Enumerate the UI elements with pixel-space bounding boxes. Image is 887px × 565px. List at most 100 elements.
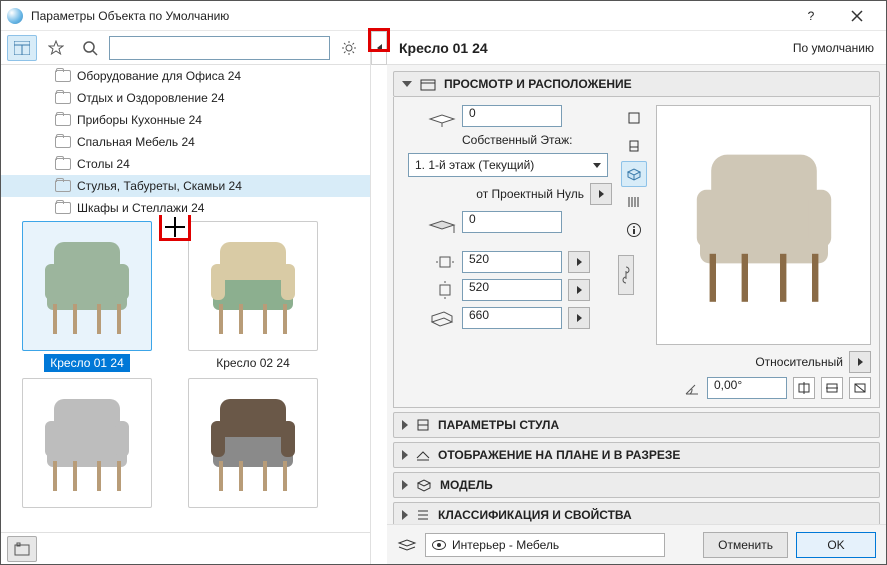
panel-classification: КЛАССИФИКАЦИЯ И СВОЙСТВА [393, 502, 880, 524]
tree-item[interactable]: Спальная Мебель 24 [1, 131, 370, 153]
object-item[interactable]: Кресло 01 24 [7, 221, 167, 372]
width-icon [434, 253, 456, 271]
object-item[interactable] [7, 378, 167, 515]
layer-name: Интерьер - Мебель [452, 538, 559, 552]
panel-header-plan-display[interactable]: ОТОБРАЖЕНИЕ НА ПЛАНЕ И В РАЗРЕЗЕ [393, 442, 880, 468]
height-arrow-button[interactable] [568, 307, 590, 329]
angle-input[interactable]: 0,00° [707, 377, 787, 399]
mirror-x-button[interactable] [793, 377, 815, 399]
depth-icon [434, 281, 456, 299]
disclosure-triangle-icon [402, 450, 408, 460]
library-toolbar [1, 31, 370, 65]
plan-icon [416, 448, 430, 462]
object-thumbnail [22, 378, 152, 508]
settings-header: Кресло 01 24 По умолчанию [387, 31, 886, 65]
title-bar: Параметры Объекта по Умолчанию ? [1, 1, 886, 31]
help-button[interactable]: ? [788, 1, 834, 31]
disclosure-triangle-icon [402, 510, 408, 520]
folder-tree[interactable]: Оборудование для Офиса 24 Отдых и Оздоро… [1, 65, 370, 215]
dialog-footer: Интерьер - Мебель Отменить OK [387, 524, 886, 564]
elevation-icon [428, 105, 456, 127]
depth-arrow-button[interactable] [568, 279, 590, 301]
tree-item[interactable]: Приборы Кухонные 24 [1, 109, 370, 131]
preview-wire-button[interactable] [621, 105, 647, 131]
reference-level-button[interactable] [590, 183, 612, 205]
panel-header-chair-params[interactable]: ПАРАМЕТРЫ СТУЛА [393, 412, 880, 438]
library-footer [1, 532, 370, 564]
angle-mode-button[interactable] [849, 351, 871, 373]
tree-label: Столы 24 [77, 157, 130, 171]
layer-select[interactable]: Интерьер - Мебель [425, 533, 665, 557]
search-input[interactable] [109, 36, 330, 60]
object-thumbnail [188, 378, 318, 508]
panel-title: ОТОБРАЖЕНИЕ НА ПЛАНЕ И В РАЗРЕЗЕ [438, 448, 680, 462]
object-label: Кресло 02 24 [210, 354, 296, 372]
height-icon [430, 308, 456, 328]
width-arrow-button[interactable] [568, 251, 590, 273]
height-input[interactable]: 660 [462, 307, 562, 329]
project-zero-label: от Проектный Нуль [476, 187, 584, 201]
library-pane: Оборудование для Офиса 24 Отдых и Оздоро… [1, 31, 371, 564]
panel-header-model[interactable]: МОДЕЛЬ [393, 472, 880, 498]
object-browser[interactable]: Кресло 01 24 Кресло 02 24 [1, 215, 370, 532]
preview-3d-button[interactable] [621, 161, 647, 187]
params-icon [416, 418, 430, 432]
object-item[interactable]: Кресло 02 24 [173, 221, 333, 372]
relative-label: Относительный [755, 355, 843, 369]
favorite-button[interactable] [41, 35, 71, 61]
mirror-corner-button[interactable] [849, 377, 871, 399]
folder-icon [55, 70, 71, 82]
position-form: 0 Собственный Этаж: 1. 1-й этаж (Текущий… [402, 105, 612, 399]
object-name: Кресло 01 24 [399, 40, 488, 56]
collapse-browser-button[interactable] [371, 31, 387, 65]
width-input[interactable]: 520 [462, 251, 562, 273]
tree-item[interactable]: Отдых и Оздоровление 24 [1, 87, 370, 109]
preview-viewport[interactable] [656, 105, 871, 345]
panel-chair-params: ПАРАМЕТРЫ СТУЛА [393, 412, 880, 438]
ok-button[interactable]: OK [796, 532, 876, 558]
search-button[interactable] [75, 35, 105, 61]
depth-input[interactable]: 520 [462, 279, 562, 301]
disclosure-triangle-icon [402, 420, 408, 430]
panel-preview: ПРОСМОТР И РАСПОЛОЖЕНИЕ 0 Собственный Эт… [393, 71, 880, 408]
object-thumbnail [22, 221, 152, 351]
preview-mode-column [620, 105, 648, 399]
panel-title: ПАРАМЕТРЫ СТУЛА [438, 418, 559, 432]
library-manager-button[interactable] [7, 536, 37, 562]
tree-item[interactable]: Шкафы и Стеллажи 24 [1, 197, 370, 215]
panel-model: МОДЕЛЬ [393, 472, 880, 498]
panel-title: ПРОСМОТР И РАСПОЛОЖЕНИЕ [444, 77, 632, 91]
settings-button[interactable] [334, 35, 364, 61]
preview-elevation-button[interactable] [621, 189, 647, 215]
object-item[interactable] [173, 378, 333, 515]
to-zero-icon [428, 211, 456, 233]
cancel-button[interactable]: Отменить [703, 532, 788, 558]
tree-label: Приборы Кухонные 24 [77, 113, 202, 127]
eye-icon [432, 540, 446, 550]
elevation-input[interactable]: 0 [462, 105, 562, 127]
project-zero-input[interactable]: 0 [462, 211, 562, 233]
panel-title: МОДЕЛЬ [440, 478, 493, 492]
tree-item[interactable]: Столы 24 [1, 153, 370, 175]
panel-header-classification[interactable]: КЛАССИФИКАЦИЯ И СВОЙСТВА [393, 502, 880, 524]
mirror-y-button[interactable] [821, 377, 843, 399]
link-dimensions-button[interactable] [618, 255, 634, 295]
story-label: Собственный Этаж: [462, 133, 572, 147]
disclosure-triangle-icon [402, 81, 412, 87]
tree-item[interactable]: Оборудование для Офиса 24 [1, 65, 370, 87]
close-button[interactable] [834, 1, 880, 31]
folder-icon [55, 158, 71, 170]
view-mode-button[interactable] [7, 35, 37, 61]
panel-title: КЛАССИФИКАЦИЯ И СВОЙСТВА [438, 508, 632, 522]
folder-icon [55, 180, 71, 192]
object-label [247, 511, 259, 515]
preview-front-button[interactable] [621, 133, 647, 159]
folder-icon [55, 136, 71, 148]
list-icon [416, 508, 430, 522]
preview-info-button[interactable] [621, 217, 647, 243]
story-select[interactable]: 1. 1-й этаж (Текущий) [408, 153, 608, 177]
tree-item[interactable]: Стулья, Табуреты, Скамьи 24 [1, 175, 370, 197]
panel-header-preview[interactable]: ПРОСМОТР И РАСПОЛОЖЕНИЕ [393, 71, 880, 97]
default-label: По умолчанию [793, 41, 874, 55]
tree-label: Отдых и Оздоровление 24 [77, 91, 225, 105]
